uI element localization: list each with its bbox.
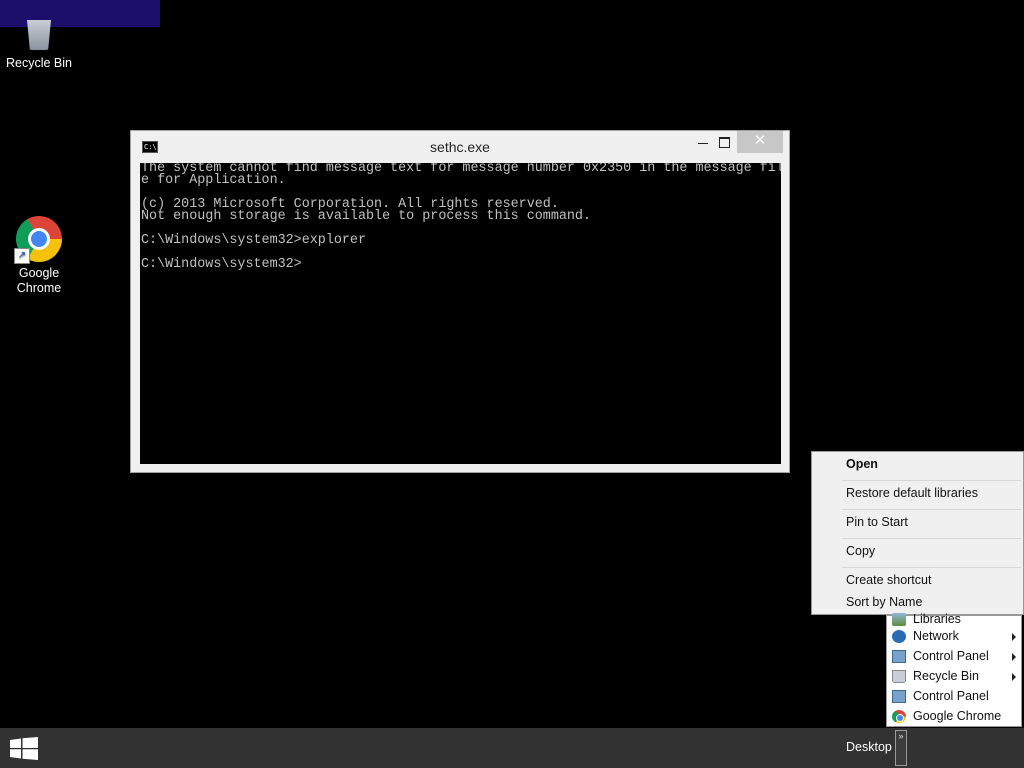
menu-item-control-panel-shortcut[interactable]: Control Panel xyxy=(887,687,1021,707)
menu-item-restore-default-libraries[interactable]: Restore default libraries xyxy=(846,486,978,500)
close-icon: ✕ xyxy=(753,132,767,149)
menu-item-copy[interactable]: Copy xyxy=(846,544,875,558)
minimize-icon xyxy=(698,143,708,144)
maximize-button[interactable] xyxy=(711,131,739,153)
menu-item-pin-to-start[interactable]: Pin to Start xyxy=(846,515,908,529)
menu-item-label: Google Chrome xyxy=(913,709,1002,723)
taskbar: Desktop » xyxy=(0,728,1024,768)
desktop-toolbar-menu: Libraries Network Control Panel Recycle … xyxy=(886,612,1022,727)
context-menu: Open Restore default libraries Pin to St… xyxy=(811,451,1024,615)
network-icon xyxy=(892,630,906,643)
menu-separator xyxy=(842,480,1021,481)
desktop-icon-label: Recycle Bin xyxy=(6,56,72,70)
control-panel-icon xyxy=(892,650,906,663)
menu-item-label: Libraries xyxy=(913,612,961,626)
menu-item-create-shortcut[interactable]: Create shortcut xyxy=(846,573,931,587)
menu-item-label: Control Panel xyxy=(913,689,989,703)
recycle-bin-icon xyxy=(24,20,54,52)
menu-item-label: Network xyxy=(913,629,959,643)
menu-separator xyxy=(842,538,1021,539)
menu-item-label: Recycle Bin xyxy=(913,669,979,683)
console-output[interactable]: The system cannot find message text for … xyxy=(140,163,781,464)
menu-item-network[interactable]: Network xyxy=(887,627,1021,647)
submenu-arrow-icon xyxy=(1012,653,1016,661)
desktop-icon-label: Chrome xyxy=(16,281,62,295)
menu-separator xyxy=(842,509,1021,510)
desktop-icon-label: Google xyxy=(18,266,60,280)
console-text: The system cannot find message text for … xyxy=(141,163,781,272)
close-button[interactable]: ✕ xyxy=(737,131,783,153)
menu-item-label: Control Panel xyxy=(913,649,989,663)
recycle-bin-icon xyxy=(892,670,906,683)
desktop-icon-recycle-bin[interactable]: Recycle Bin xyxy=(1,20,77,71)
menu-separator xyxy=(842,567,1021,568)
windows-logo-icon xyxy=(10,737,38,760)
chrome-icon xyxy=(892,710,906,723)
menu-item-recycle-bin[interactable]: Recycle Bin xyxy=(887,667,1021,687)
console-window[interactable]: C:\ sethc.exe ✕ The system cannot find m… xyxy=(130,130,790,473)
menu-item-sort-by-name[interactable]: Sort by Name xyxy=(846,595,922,609)
libraries-icon xyxy=(892,613,906,626)
menu-item-open[interactable]: Open xyxy=(846,457,878,471)
desktop-icon-google-chrome[interactable]: ↗ Google Chrome xyxy=(1,216,77,296)
chrome-icon: ↗ xyxy=(14,216,62,264)
maximize-icon xyxy=(719,137,730,148)
start-button[interactable] xyxy=(10,737,38,760)
shortcut-arrow-icon: ↗ xyxy=(14,248,30,264)
submenu-arrow-icon xyxy=(1012,673,1016,681)
desktop-toolbar-label[interactable]: Desktop xyxy=(846,740,892,754)
control-panel-icon xyxy=(892,690,906,703)
menu-item-google-chrome[interactable]: Google Chrome xyxy=(887,707,1021,727)
submenu-arrow-icon xyxy=(1012,633,1016,641)
toolbar-chevron-button[interactable]: » xyxy=(895,730,907,766)
window-titlebar[interactable]: C:\ sethc.exe ✕ xyxy=(131,131,789,163)
menu-item-control-panel[interactable]: Control Panel xyxy=(887,647,1021,667)
